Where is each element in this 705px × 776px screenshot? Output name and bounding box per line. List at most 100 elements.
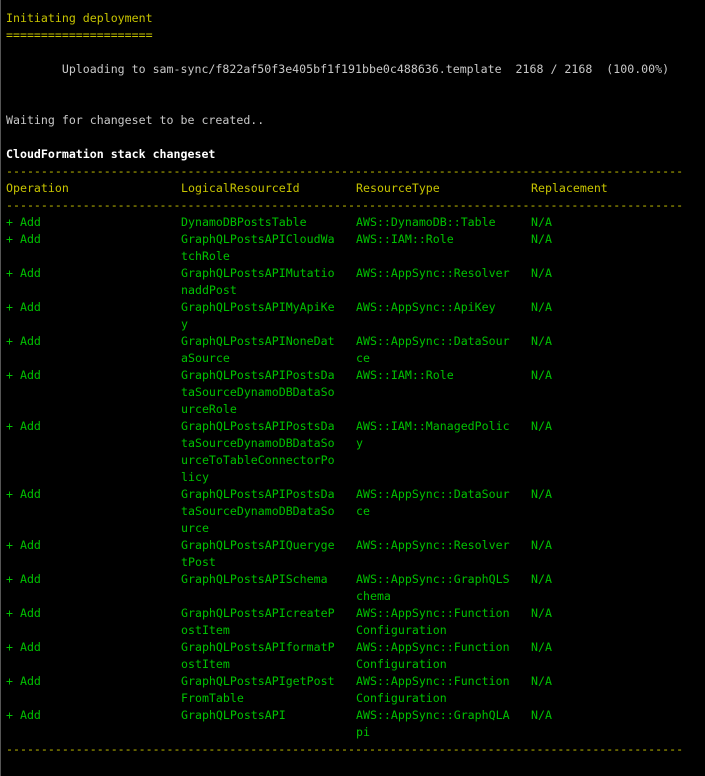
cell-logical-resource-id-line: taSourceDynamoDBDataSo [181, 504, 335, 518]
header-operation: Operation [6, 181, 69, 195]
cell-operation-text: + Add [6, 232, 41, 246]
cell-replacement: N/A [531, 605, 552, 639]
cell-replacement-text: N/A [531, 334, 552, 348]
cell-resource-type: AWS::IAM::Role [356, 367, 531, 418]
cell-resource-type: AWS::AppSync::DataSour ce [356, 333, 531, 367]
cell-operation-text: + Add [6, 215, 41, 229]
header-resource-type: ResourceType [356, 181, 440, 195]
cell-logical-resource-id-line: GraphQLPostsAPICloudWa [181, 232, 335, 246]
cell-resource-type-line: AWS::IAM::Role [356, 368, 454, 382]
cell-logical-resource-id: GraphQLPostsAPIPostsDa taSourceDynamoDBDa… [181, 367, 356, 418]
cell-logical-resource-id-line: urce [181, 521, 209, 535]
table-row: + Add GraphQLPostsAPIMyApiKe y AWS::AppSync… [6, 299, 701, 333]
cell-resource-type: AWS::AppSync::Function Configuration [356, 639, 531, 673]
table-row: + Add GraphQLPostsAPI AWS::AppSync::GraphQ… [6, 707, 701, 741]
cell-replacement: N/A [531, 486, 552, 537]
cell-operation: + Add [6, 299, 181, 333]
cell-resource-type: AWS::IAM::Role [356, 231, 531, 265]
cell-logical-resource-id-line: FromTable [181, 691, 244, 705]
cell-replacement-text: N/A [531, 215, 552, 229]
cell-operation: + Add [6, 367, 181, 418]
cell-logical-resource-id-line: tPost [181, 555, 216, 569]
cell-resource-type-line: AWS::AppSync::Function [356, 606, 510, 620]
cell-logical-resource-id: GraphQLPostsAPI [181, 707, 356, 741]
cell-resource-type: AWS::AppSync::GraphQLA pi [356, 707, 531, 741]
cell-logical-resource-id: GraphQLPostsAPISchema [181, 571, 356, 605]
cell-operation: + Add [6, 673, 181, 707]
cell-logical-resource-id-line: GraphQLPostsAPISchema [181, 572, 328, 586]
cell-replacement: N/A [531, 537, 552, 571]
cell-operation-text: + Add [6, 572, 41, 586]
cell-logical-resource-id-line: urceToTableConnectorPo [181, 453, 335, 467]
cell-operation-text: + Add [6, 300, 41, 314]
cell-operation-text: + Add [6, 640, 41, 654]
cell-operation: + Add [6, 333, 181, 367]
cell-operation: + Add [6, 265, 181, 299]
cell-logical-resource-id-line: GraphQLPostsAPIPostsDa [181, 487, 335, 501]
cell-resource-type-line: AWS::AppSync::DataSour [356, 487, 510, 501]
cell-operation: + Add [6, 537, 181, 571]
table-row: + Add GraphQLPostsAPIPostsDa taSourceDynam… [6, 367, 701, 418]
cell-logical-resource-id-line: aSource [181, 351, 230, 365]
cell-operation: + Add [6, 214, 181, 231]
table-row: + Add DynamoDBPostsTable AWS::DynamoDB::Ta… [6, 214, 701, 231]
changeset-title: CloudFormation stack changeset [6, 147, 216, 161]
table-row: + Add GraphQLPostsAPIPostsDa taSourceDynam… [6, 418, 701, 486]
cell-logical-resource-id: GraphQLPostsAPIformatP ostItem [181, 639, 356, 673]
cell-resource-type: AWS::DynamoDB::Table [356, 214, 531, 231]
cell-logical-resource-id: GraphQLPostsAPIPostsDa taSourceDynamoDBDa… [181, 418, 356, 486]
cell-logical-resource-id-line: taSourceDynamoDBDataSo [181, 436, 335, 450]
cell-resource-type-line: y [356, 436, 363, 450]
cell-operation: + Add [6, 571, 181, 605]
cell-logical-resource-id-line: DynamoDBPostsTable [181, 215, 307, 229]
cell-resource-type: AWS::AppSync::Resolver [356, 537, 531, 571]
cell-resource-type-line: chema [356, 589, 391, 603]
cell-resource-type: AWS::AppSync::Resolver [356, 265, 531, 299]
cell-operation-text: + Add [6, 708, 41, 722]
table-separator-mid: ----------------------------------------… [6, 198, 684, 212]
table-row: + Add GraphQLPostsAPINoneDataSource AWS::A… [6, 333, 701, 367]
cell-replacement: N/A [531, 418, 552, 486]
cell-replacement-text: N/A [531, 487, 552, 501]
cell-logical-resource-id-line: y [181, 317, 188, 331]
table-row: + Add GraphQLPostsAPIgetPost FromTable AWS:… [6, 673, 701, 707]
cell-resource-type: AWS::AppSync::GraphQLSchema [356, 571, 531, 605]
cell-logical-resource-id-line: GraphQLPostsAPINoneDat [181, 334, 335, 348]
cell-operation-text: + Add [6, 487, 41, 501]
cell-resource-type: AWS::IAM::ManagedPolic y [356, 418, 531, 486]
cell-logical-resource-id: GraphQLPostsAPIgetPost FromTable [181, 673, 356, 707]
cell-logical-resource-id: GraphQLPostsAPINoneDat aSource [181, 333, 356, 367]
upload-progress-line: Uploading to sam-sync/f822af50f3e405bf1f… [6, 62, 670, 76]
cell-operation-text: + Add [6, 334, 41, 348]
cell-resource-type-line: pi [356, 725, 370, 739]
cell-resource-type-line: AWS::AppSync::Function [356, 674, 510, 688]
cell-replacement: N/A [531, 571, 552, 605]
cell-operation: + Add [6, 605, 181, 639]
cell-resource-type-line: Configuration [356, 623, 447, 637]
table-body: + Add DynamoDBPostsTable AWS::DynamoDB::Ta… [6, 214, 701, 741]
cell-resource-type-line: AWS::AppSync::Resolver [356, 538, 510, 552]
cell-logical-resource-id-line: tchRole [181, 249, 230, 263]
cell-logical-resource-id-line: GraphQLPostsAPIQueryge [181, 538, 335, 552]
cell-replacement: N/A [531, 265, 552, 299]
cell-replacement: N/A [531, 214, 552, 231]
cell-resource-type-line: AWS::AppSync::DataSour [356, 334, 510, 348]
cell-logical-resource-id-line: GraphQLPostsAPIMutatio [181, 266, 335, 280]
cell-resource-type-line: AWS::AppSync::ApiKey [356, 300, 496, 314]
cell-resource-type-line: AWS::AppSync::GraphQLS [356, 572, 510, 586]
cell-logical-resource-id-line: licy [181, 470, 209, 484]
cell-logical-resource-id-line: GraphQLPostsAPI [181, 708, 286, 722]
header-logical-resource-id: LogicalResourceId [181, 181, 300, 195]
cell-replacement-text: N/A [531, 300, 552, 314]
cell-logical-resource-id: GraphQLPostsAPICloudWa tchRole [181, 231, 356, 265]
cell-logical-resource-id-line: GraphQLPostsAPIPostsDa [181, 419, 335, 433]
table-row: + Add GraphQLPostsAPIformatP ostItem AWS::A… [6, 639, 701, 673]
deployment-heading: Initiating deployment [6, 11, 153, 25]
terminal-output: Initiating deployment ==================… [6, 10, 701, 758]
table-row: + Add GraphQLPostsAPIMutatio naddPost AWS::… [6, 265, 701, 299]
cell-replacement: N/A [531, 707, 552, 741]
table-separator-top: ----------------------------------------… [6, 164, 684, 178]
